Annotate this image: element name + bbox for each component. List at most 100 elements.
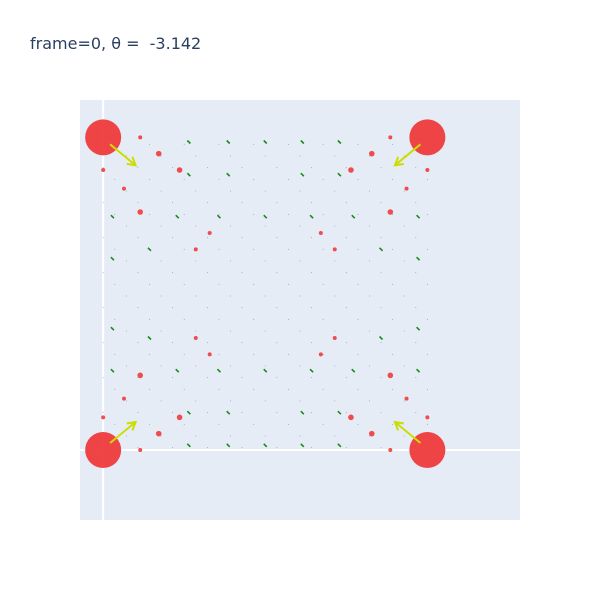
lattice-dot — [230, 190, 231, 192]
lattice-dot — [299, 400, 301, 402]
lattice-dot — [322, 388, 324, 390]
lattice-dot — [195, 225, 197, 227]
lattice-dot — [149, 423, 150, 425]
red-point — [348, 167, 354, 173]
lattice-dot — [218, 178, 220, 180]
lattice-dot — [253, 248, 255, 250]
lattice-dot — [172, 202, 174, 204]
lattice-dot — [206, 412, 208, 414]
lattice-dot — [392, 388, 394, 390]
lattice-dot — [334, 225, 336, 227]
lattice-dot — [114, 248, 116, 250]
lattice-dot — [288, 178, 289, 180]
lattice-dot — [415, 202, 417, 204]
lattice-dot — [299, 190, 301, 192]
lattice-dot — [183, 318, 185, 320]
lattice-dot — [426, 388, 428, 390]
lattice-dot — [322, 178, 324, 180]
lattice-dot — [125, 190, 127, 192]
lattice-dot — [403, 435, 405, 437]
lattice-dot — [253, 143, 255, 145]
lattice-dot — [334, 295, 336, 297]
lattice-dot — [415, 272, 417, 274]
lattice-dot — [345, 412, 347, 414]
lattice-dot — [137, 307, 139, 309]
lattice-dot — [334, 365, 336, 367]
lattice-dot — [206, 272, 208, 274]
lattice-dot — [415, 412, 417, 414]
red-point — [155, 430, 162, 437]
lattice-dot — [276, 447, 278, 449]
lattice-dot — [345, 342, 347, 344]
lattice-dot — [102, 342, 104, 344]
red-point — [368, 150, 375, 157]
lattice-dot — [403, 400, 405, 402]
lattice-dot — [288, 388, 289, 390]
lattice-dot — [206, 377, 208, 379]
lattice-dot — [160, 260, 162, 262]
lattice-dot — [160, 190, 162, 192]
lattice-dot — [114, 388, 116, 390]
lattice-dot — [426, 353, 428, 355]
lattice-dot — [288, 318, 289, 320]
lattice-dot — [322, 283, 324, 285]
lattice-dot — [357, 283, 359, 285]
lattice-dot — [264, 190, 266, 192]
lattice-dot — [160, 400, 162, 402]
lattice-dot — [311, 202, 312, 204]
lattice-dot — [369, 295, 370, 297]
lattice-dot — [380, 202, 382, 204]
lattice-dot — [137, 272, 139, 274]
lattice-dot — [218, 213, 220, 215]
red-point — [176, 414, 183, 421]
lattice-dot — [334, 190, 336, 192]
lattice-dot — [288, 248, 289, 250]
lattice-dot — [195, 435, 197, 437]
lattice-dot — [160, 330, 162, 332]
lattice-dot — [369, 190, 370, 192]
red-point — [348, 414, 354, 421]
red-point — [332, 336, 337, 340]
lattice-dot — [264, 330, 266, 332]
lattice-dot — [253, 283, 255, 285]
lattice-dot — [125, 295, 127, 297]
red-point — [425, 168, 430, 172]
lattice-dot — [172, 342, 174, 344]
lattice-dot — [149, 143, 150, 145]
lattice-dot — [230, 295, 231, 297]
lattice-dot — [311, 307, 312, 309]
lattice-dot — [334, 400, 336, 402]
lattice-dot — [288, 213, 289, 215]
lattice-dot — [345, 377, 347, 379]
lattice-dot — [114, 318, 116, 320]
lattice-dot — [426, 283, 428, 285]
plot-background — [80, 100, 520, 520]
red-point — [101, 168, 106, 172]
lattice-dot — [299, 155, 301, 157]
red-point — [318, 231, 323, 235]
lattice-dot — [172, 307, 174, 309]
lattice-dot — [264, 260, 266, 262]
lattice-dot — [345, 167, 347, 169]
lattice-dot — [392, 423, 394, 425]
lattice-dot — [230, 435, 231, 437]
red-point — [425, 415, 430, 420]
lattice-dot — [345, 237, 347, 239]
lattice-dot — [137, 377, 139, 379]
lattice-dot — [415, 342, 417, 344]
lattice-dot — [241, 237, 243, 239]
red-point — [207, 352, 212, 357]
red-point — [404, 396, 409, 401]
lattice-dot — [426, 318, 428, 320]
lattice-dot — [125, 260, 127, 262]
lattice-dot — [183, 178, 185, 180]
lattice-dot — [241, 202, 243, 204]
lattice-dot — [380, 167, 382, 169]
lattice-dot — [369, 400, 370, 402]
lattice-dot — [183, 423, 185, 425]
lattice-dot — [403, 330, 405, 332]
lattice-dot — [357, 353, 359, 355]
lattice-dot — [195, 365, 197, 367]
lattice-dot — [288, 423, 289, 425]
lattice-dot — [288, 143, 289, 145]
